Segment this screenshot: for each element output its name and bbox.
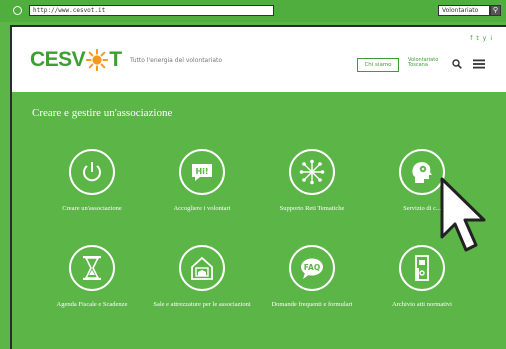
logo-text-right: T: [109, 48, 122, 71]
cesvot-logo[interactable]: CESV T: [30, 45, 122, 75]
hamburger-menu-icon[interactable]: [473, 59, 485, 69]
hourglass-icon: [83, 256, 101, 280]
tile-agenda-fiscale[interactable]: Agenda Fiscale e Scadenze: [37, 245, 147, 309]
partner-logo[interactable]: Volontariato Toscana: [408, 58, 440, 68]
social-links: f t y i: [470, 35, 492, 42]
search-icon[interactable]: ⚲: [490, 5, 501, 16]
binder-icon: [415, 255, 429, 281]
network-icon: [299, 159, 325, 185]
site-tagline: Tutto l'energia del volontariato: [130, 57, 223, 64]
tile-sale-attrezzature[interactable]: Sale e attrezzature per le associazioni: [147, 245, 257, 309]
tile-label: Archivio atti normativi: [392, 301, 452, 308]
twitter-icon[interactable]: t: [476, 35, 478, 42]
faq-bubble-icon: FAQ: [301, 258, 323, 279]
svg-text:FAQ: FAQ: [304, 263, 320, 272]
web-page: f t y i CESV T Tutto l'energia del volon…: [10, 25, 506, 349]
youtube-icon[interactable]: y: [483, 35, 487, 42]
mouse-pointer-icon: [440, 177, 486, 252]
svg-text:Hi!: Hi!: [195, 167, 208, 176]
tile-circle: [69, 149, 115, 195]
tile-supporto-reti[interactable]: Supporto Reti Tematiche: [257, 149, 367, 213]
tile-circle: FAQ: [289, 245, 335, 291]
browser-toolbar: http://www.cesvot.it Volontariato ⚲: [0, 0, 506, 22]
address-bar[interactable]: http://www.cesvot.it: [29, 5, 274, 16]
tile-label: Accogliere i volontari: [173, 205, 231, 212]
instagram-icon[interactable]: i: [490, 35, 492, 42]
house-icon: [191, 256, 213, 280]
tile-accogliere-volontari[interactable]: Hi! Accogliere i volontari: [147, 149, 257, 213]
hi-speech-bubble-icon: Hi!: [192, 164, 212, 181]
tile-circle: [69, 245, 115, 291]
tile-circle: [289, 149, 335, 195]
power-icon: [83, 162, 101, 182]
head-gear-icon: [412, 162, 432, 183]
chi-siamo-button[interactable]: Chi siamo: [357, 58, 399, 72]
tile-circle: [179, 245, 225, 291]
tile-label: Sale e attrezzature per le associazioni: [153, 301, 251, 308]
tile-label: Domande frequenti e formulari: [271, 301, 353, 308]
tile-label: Supporto Reti Tematiche: [279, 205, 345, 212]
window-control-icon[interactable]: [13, 6, 22, 15]
search-icon[interactable]: [452, 59, 462, 69]
site-header: f t y i CESV T Tutto l'energia del volon…: [12, 27, 506, 92]
browser-search-input[interactable]: Volontariato: [438, 5, 490, 16]
tile-label: Agenda Fiscale e Scadenze: [56, 301, 128, 308]
tile-creare-associazione[interactable]: Creare un'associazione: [37, 149, 147, 213]
section-title: Creare e gestire un'associazione: [32, 107, 173, 119]
tile-domande-frequenti[interactable]: FAQ Domande frequenti e formulari: [257, 245, 367, 309]
logo-text-left: CESV: [30, 48, 86, 71]
tile-label: Creare un'associazione: [62, 205, 122, 212]
tile-circle: Hi!: [179, 149, 225, 195]
sun-logo-icon: [86, 49, 109, 71]
facebook-icon[interactable]: f: [470, 35, 472, 42]
